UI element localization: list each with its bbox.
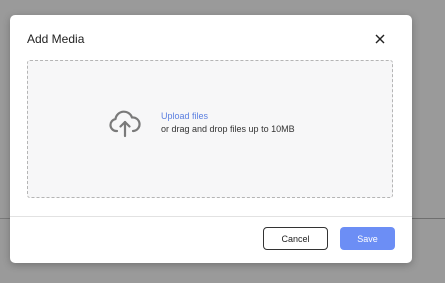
backdrop-divider-left [0, 218, 10, 219]
save-button[interactable]: Save [340, 227, 395, 250]
dialog-header: Add Media [10, 15, 412, 61]
add-media-dialog: Add Media Upload files or drag and drop … [10, 15, 412, 263]
backdrop-divider [412, 218, 445, 219]
upload-hint: or drag and drop files up to 10MB [161, 124, 295, 134]
upload-text-block: Upload files or drag and drop files up t… [161, 110, 295, 136]
close-icon [375, 34, 385, 44]
footer-divider [10, 216, 412, 217]
file-dropzone[interactable]: Upload files or drag and drop files up t… [27, 60, 393, 198]
cloud-upload-icon [108, 109, 142, 139]
close-button[interactable] [373, 32, 387, 46]
upload-files-link[interactable]: Upload files [161, 110, 295, 123]
dialog-title: Add Media [27, 32, 85, 46]
cancel-button[interactable]: Cancel [263, 227, 328, 250]
